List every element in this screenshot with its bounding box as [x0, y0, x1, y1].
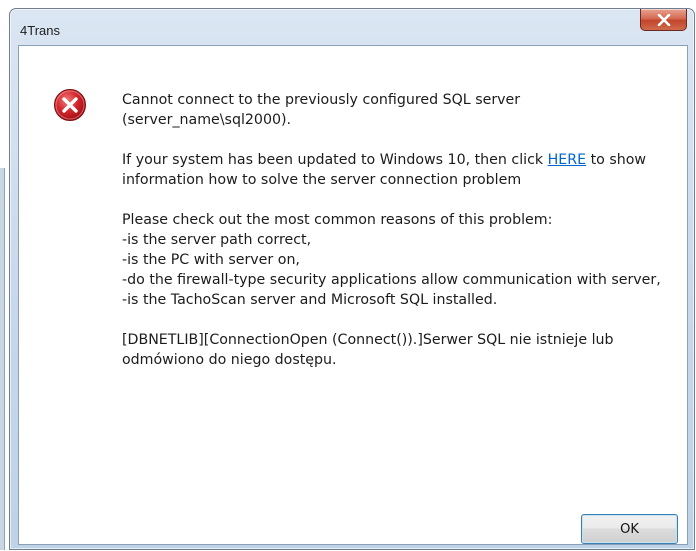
- ok-button[interactable]: OK: [581, 514, 678, 544]
- reasons-list: Please check out the most common reasons…: [122, 210, 682, 310]
- reasons-intro: Please check out the most common reasons…: [122, 212, 553, 228]
- reason-item: -do the firewall-type security applicati…: [122, 272, 661, 288]
- window-frame: 4Trans Cannot connect to the previously …: [9, 8, 695, 550]
- error-icon: [54, 89, 86, 121]
- title-bar[interactable]: 4Trans: [10, 9, 694, 45]
- dialog-window: 4Trans Cannot connect to the previously …: [0, 0, 696, 551]
- background-window-edge: [0, 168, 5, 550]
- error-detail: [DBNETLIB][ConnectionOpen (Connect()).]S…: [122, 332, 614, 368]
- reason-item: -is the TachoScan server and Microsoft S…: [122, 292, 498, 308]
- connection-error-text: Cannot connect to the previously configu…: [122, 92, 521, 128]
- close-button[interactable]: [640, 9, 687, 31]
- close-icon: [657, 14, 671, 26]
- windows10-hint: If your system has been updated to Windo…: [122, 152, 647, 188]
- reason-item: -is the PC with server on,: [122, 252, 300, 268]
- dialog-client-area: Cannot connect to the previously configu…: [18, 45, 688, 545]
- here-link[interactable]: HERE: [548, 152, 586, 168]
- window-title: 4Trans: [20, 23, 60, 38]
- message-text: Cannot connect to the previously configu…: [122, 90, 682, 390]
- reason-item: -is the server path correct,: [122, 232, 312, 248]
